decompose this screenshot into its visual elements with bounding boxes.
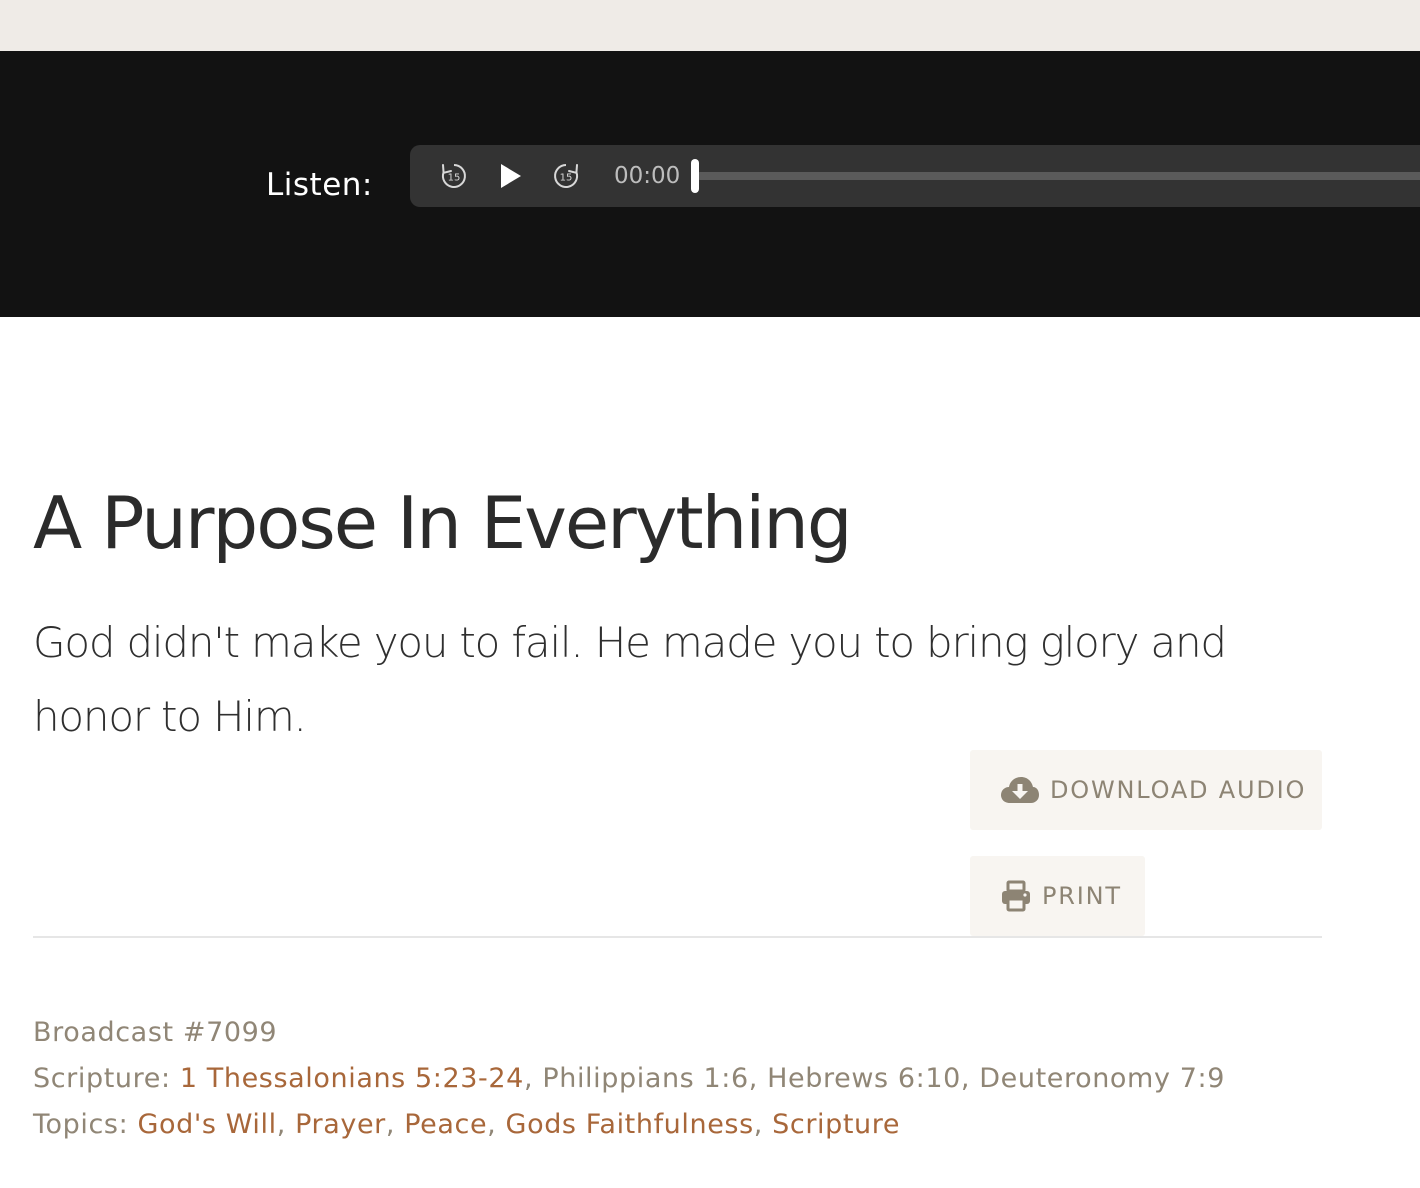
separator: , xyxy=(487,1109,506,1140)
listen-label: Listen: xyxy=(266,167,373,203)
divider xyxy=(33,936,1322,938)
audio-player: 15 15 00:00 xyxy=(410,145,1420,207)
print-label: PRINT xyxy=(1042,882,1122,910)
topic-link[interactable]: Scripture xyxy=(772,1109,900,1140)
scripture-link[interactable]: 1 Thessalonians 5:23-24 xyxy=(180,1063,524,1094)
separator: , xyxy=(960,1063,980,1094)
page-subtitle: God didn't make you to fail. He made you… xyxy=(33,618,1227,741)
topic-link[interactable]: Prayer xyxy=(295,1109,386,1140)
topic-link[interactable]: Peace xyxy=(404,1109,487,1140)
topic-link[interactable]: God's Will xyxy=(137,1109,276,1140)
scripture-line: Scripture: 1 Thessalonians 5:23-24, Phil… xyxy=(33,1061,1225,1097)
audio-player-band: Listen: 15 15 00:00 xyxy=(0,51,1420,317)
rewind-15-icon: 15 xyxy=(441,164,466,188)
play-icon xyxy=(501,164,521,188)
forward-15-button[interactable]: 15 xyxy=(549,159,583,193)
current-time: 00:00 xyxy=(614,163,681,189)
print-button[interactable]: PRINT xyxy=(970,856,1145,936)
separator: , xyxy=(753,1109,773,1140)
top-bar xyxy=(0,0,1420,51)
scripture-reference: Hebrews 6:10 xyxy=(767,1063,961,1094)
cloud-download-icon xyxy=(1000,775,1040,805)
separator: , xyxy=(748,1063,768,1094)
rewind-15-button[interactable]: 15 xyxy=(437,159,471,193)
separator: , xyxy=(276,1109,296,1140)
forward-15-icon: 15 xyxy=(554,164,579,188)
scripture-reference: Deuteronomy 7:9 xyxy=(979,1063,1225,1094)
download-audio-label: DOWNLOAD AUDIO xyxy=(1050,776,1307,804)
scripture-label: Scripture: xyxy=(33,1063,180,1094)
download-audio-button[interactable]: DOWNLOAD AUDIO xyxy=(970,750,1322,830)
seek-handle[interactable] xyxy=(691,159,699,193)
separator: , xyxy=(523,1063,543,1094)
topics-label: Topics: xyxy=(33,1109,138,1140)
printer-icon xyxy=(1000,880,1032,912)
scripture-reference: Philippians 1:6 xyxy=(542,1063,749,1094)
rewind-seconds: 15 xyxy=(448,173,461,184)
topics-line: Topics: God's Will, Prayer, Peace, Gods … xyxy=(33,1107,900,1143)
separator: , xyxy=(385,1109,405,1140)
topic-link[interactable]: Gods Faithfulness xyxy=(506,1109,754,1140)
broadcast-number: Broadcast #7099 xyxy=(33,1017,278,1048)
forward-seconds: 15 xyxy=(560,173,573,184)
seek-bar[interactable] xyxy=(696,172,1420,180)
page-title: A Purpose In Everything xyxy=(33,481,853,565)
play-button[interactable] xyxy=(493,159,527,193)
